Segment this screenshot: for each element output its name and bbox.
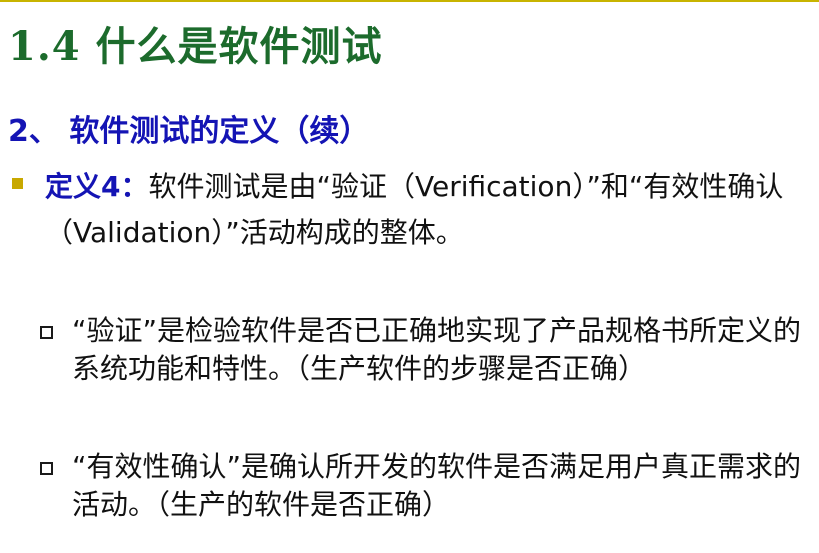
square-bullet-icon — [12, 178, 23, 189]
hollow-square-bullet-icon — [40, 462, 53, 475]
sub-bullet-text: “验证”是检验软件是否已正确地实现了产品规格书所定义的系统功能和特性。（生产软件… — [72, 314, 802, 385]
bullet-text-block: 定义4：软件测试是由“验证（Verification）”和“有效性确认（Vali… — [45, 164, 814, 256]
sub-bullet-validation: “有效性确认”是确认所开发的软件是否满足用户真正需求的活动。（生产的软件是否正确… — [40, 448, 814, 524]
bullet-lead-label: 定义4： — [45, 170, 149, 203]
sub-bullet-text: “有效性确认”是确认所开发的软件是否满足用户真正需求的活动。（生产的软件是否正确… — [72, 450, 802, 521]
slide: 1.4 什么是软件测试 2、 软件测试的定义（续） 定义4：软件测试是由“验证（… — [0, 0, 819, 553]
slide-title: 1.4 什么是软件测试 — [8, 23, 383, 70]
sub-bullet-verification: “验证”是检验软件是否已正确地实现了产品规格书所定义的系统功能和特性。（生产软件… — [40, 312, 814, 388]
bullet-definition-4: 定义4：软件测试是由“验证（Verification）”和“有效性确认（Vali… — [8, 164, 814, 256]
top-divider — [0, 0, 819, 2]
hollow-square-bullet-icon — [40, 326, 53, 339]
bullet-body-text: 软件测试是由“验证（Verification）”和“有效性确认（Validati… — [45, 170, 784, 249]
slide-subtitle: 2、 软件测试的定义（续） — [8, 114, 370, 149]
